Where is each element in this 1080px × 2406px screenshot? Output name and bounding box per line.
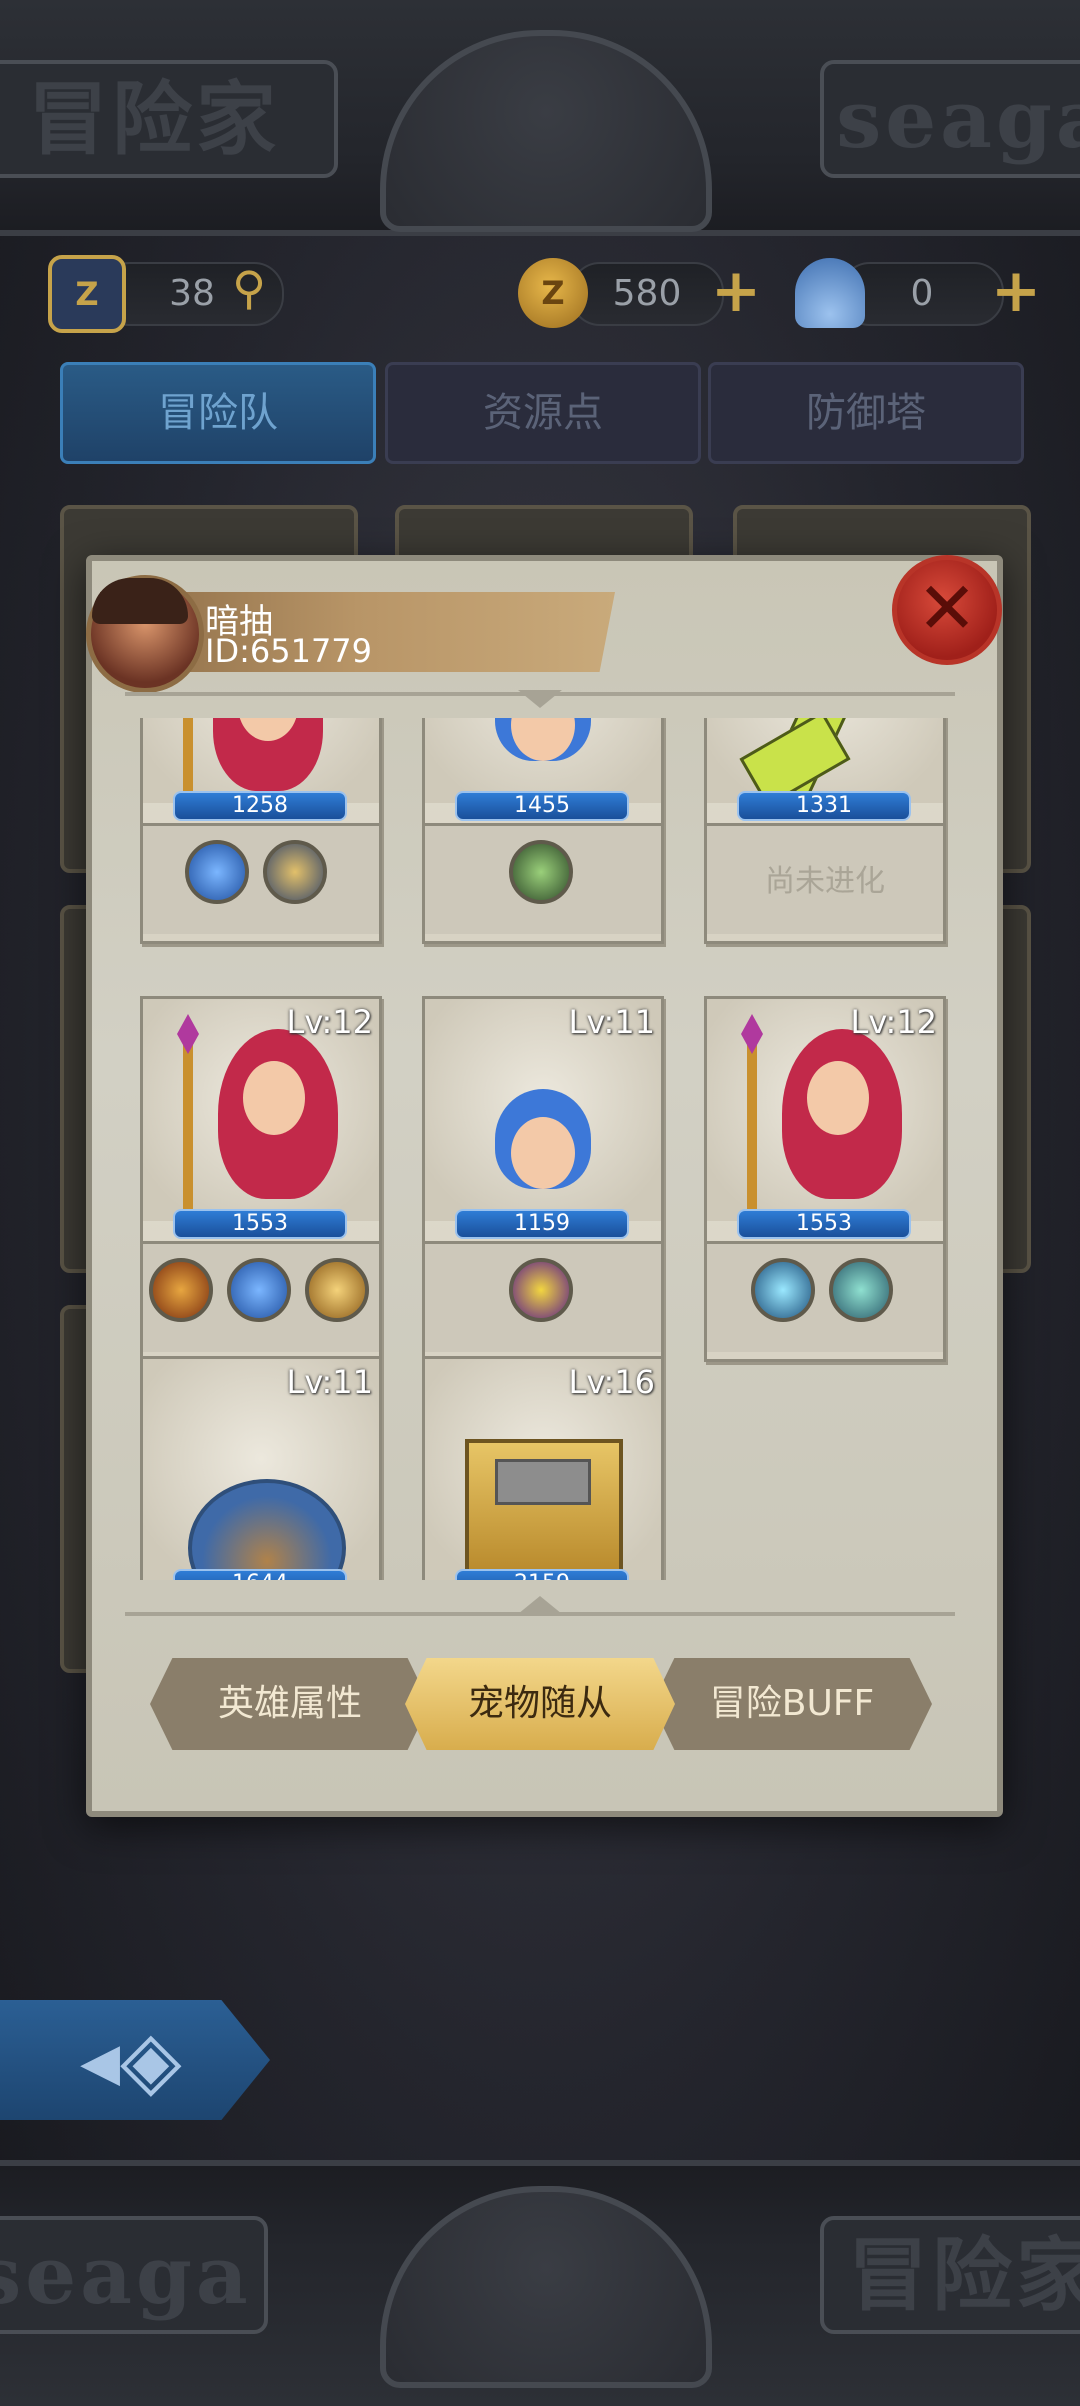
footer-left-plaque: seaga bbox=[0, 2216, 268, 2334]
zombie-skill-icon[interactable] bbox=[509, 840, 573, 904]
tab-pet-followers[interactable]: 宠物随从 bbox=[405, 1658, 675, 1750]
lightning-skill-icon[interactable] bbox=[227, 1258, 291, 1322]
pet-skills bbox=[143, 823, 379, 934]
sword-skill-icon[interactable] bbox=[305, 1258, 369, 1322]
pet-power: 1644 bbox=[173, 1569, 347, 1580]
coin-display: 580 bbox=[570, 262, 724, 326]
pet-level: Lv:11 bbox=[568, 1003, 655, 1041]
tab-hero-attributes[interactable]: 英雄属性 bbox=[150, 1658, 430, 1750]
tab-resource-point[interactable]: 资源点 bbox=[385, 362, 701, 464]
pet-level: Lv:11 bbox=[286, 1363, 373, 1401]
pet-level: Lv:12 bbox=[850, 1003, 937, 1041]
banner-right-plaque: seaga bbox=[820, 60, 1080, 178]
level-badge-icon: Z bbox=[48, 255, 126, 333]
not-evolved-label: 尚未进化 bbox=[765, 864, 885, 899]
pet-skills bbox=[425, 1241, 661, 1352]
pet-card[interactable]: Lv:11 1159 bbox=[422, 996, 664, 1362]
top-banner: 冒险家 seaga bbox=[0, 0, 1080, 236]
pet-power: 1455 bbox=[455, 791, 629, 821]
add-shell-button[interactable]: + bbox=[985, 261, 1047, 324]
tab-defense-tower[interactable]: 防御塔 bbox=[708, 362, 1024, 464]
tab-adventure-team[interactable]: 冒险队 bbox=[60, 362, 376, 464]
pet-power: 1159 bbox=[455, 1209, 629, 1239]
player-id: ID:651779 bbox=[205, 632, 373, 670]
banner-right-text: seaga bbox=[836, 72, 1080, 166]
footer-right-text: 冒险家 bbox=[848, 2228, 1080, 2322]
footer-left-text: seaga bbox=[0, 2228, 252, 2322]
search-icon[interactable]: ⚲ bbox=[218, 257, 280, 319]
footer-right-plaque: 冒险家 bbox=[820, 2216, 1080, 2334]
scroll-up-chevron-icon bbox=[518, 690, 562, 708]
lightning-skill-icon[interactable] bbox=[185, 840, 249, 904]
tab-pet-followers-label: 宠物随从 bbox=[467, 1683, 612, 1724]
level-value: 38 bbox=[169, 273, 215, 314]
shell-icon bbox=[795, 258, 865, 328]
tab-adventure-buff[interactable]: 冒险BUFF bbox=[652, 1658, 932, 1750]
pet-skills bbox=[425, 823, 661, 934]
cloak-skill-icon[interactable] bbox=[509, 1258, 573, 1322]
banner-left-plaque: 冒险家 bbox=[0, 60, 338, 178]
pet-skills bbox=[143, 1241, 379, 1352]
close-icon: ✕ bbox=[916, 566, 978, 650]
pet-level: Lv:12 bbox=[286, 1003, 373, 1041]
tab-hero-attributes-label: 英雄属性 bbox=[217, 1683, 362, 1724]
pet-card[interactable]: Lv:11 1644 bbox=[140, 1356, 382, 1580]
gem-shield-skill-icon[interactable] bbox=[829, 1258, 893, 1322]
coin-value: 580 bbox=[612, 273, 682, 314]
fist-skill-icon[interactable] bbox=[149, 1258, 213, 1322]
storm-skill-icon[interactable] bbox=[751, 1258, 815, 1322]
banner-left-text: 冒险家 bbox=[28, 72, 280, 166]
tab-adventure-team-label: 冒险队 bbox=[158, 390, 278, 436]
bottom-banner: seaga 冒险家 bbox=[0, 2160, 1080, 2406]
banner-emblem-icon bbox=[380, 30, 712, 232]
add-coin-button[interactable]: + bbox=[705, 261, 767, 324]
pet-card[interactable]: Lv:12 1553 bbox=[704, 996, 946, 1362]
pet-power: 2159 bbox=[455, 1569, 629, 1580]
tab-resource-point-label: 资源点 bbox=[483, 390, 603, 436]
pet-level: Lv:16 bbox=[568, 1363, 655, 1401]
pet-power: 1258 bbox=[173, 791, 347, 821]
pet-skills bbox=[707, 1241, 943, 1352]
pet-grid[interactable]: 1258 1455 1331 尚未进化 Lv:12 1553 Lv:11 115… bbox=[130, 718, 950, 1580]
pet-card[interactable]: 1455 bbox=[422, 718, 664, 944]
scroll-down-chevron-icon bbox=[518, 1596, 562, 1614]
footer-emblem-icon bbox=[380, 2186, 712, 2388]
coin-icon: Z bbox=[518, 258, 588, 328]
pet-power: 1331 bbox=[737, 791, 911, 821]
pet-card[interactable]: 1258 bbox=[140, 718, 382, 944]
pet-card[interactable]: Lv:12 1553 bbox=[140, 996, 382, 1362]
tab-defense-tower-label: 防御塔 bbox=[806, 390, 926, 436]
back-arrow-icon: ◂◈ bbox=[80, 2013, 182, 2106]
pet-skills: 尚未进化 bbox=[707, 823, 943, 934]
shield-banner-skill-icon[interactable] bbox=[263, 840, 327, 904]
pet-power: 1553 bbox=[173, 1209, 347, 1239]
shell-value: 0 bbox=[910, 273, 934, 314]
pet-power: 1553 bbox=[737, 1209, 911, 1239]
tab-adventure-buff-label: 冒险BUFF bbox=[709, 1683, 875, 1724]
pet-card[interactable]: Lv:16 2159 bbox=[422, 1356, 664, 1580]
close-button[interactable]: ✕ bbox=[892, 555, 1002, 665]
pet-card[interactable]: 1331 尚未进化 bbox=[704, 718, 946, 944]
